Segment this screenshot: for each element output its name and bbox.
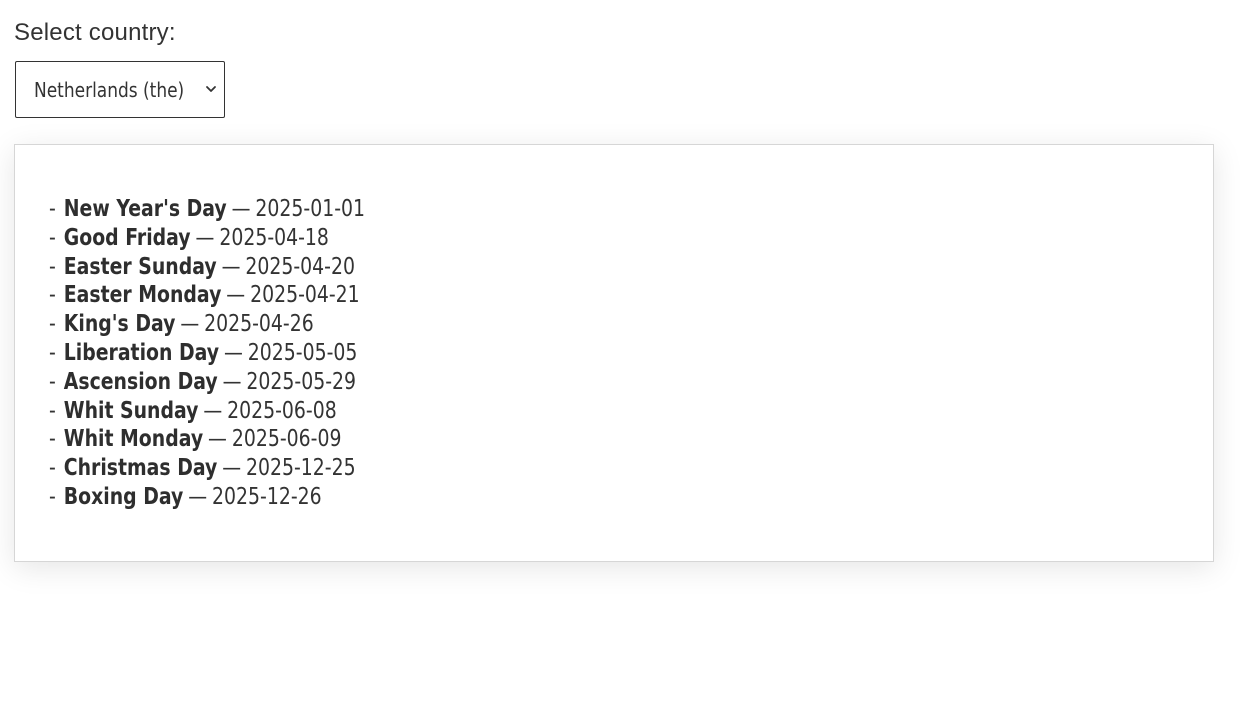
separator: —: [226, 282, 246, 309]
holiday-item: - Whit Sunday —2025-06-08: [49, 397, 365, 426]
list-bullet: -: [49, 196, 56, 222]
holiday-item: - Boxing Day —2025-12-26: [49, 483, 365, 512]
list-bullet: -: [49, 311, 56, 338]
separator: —: [203, 397, 223, 424]
holiday-name: Whit Monday: [63, 426, 204, 453]
holiday-list-panel: - New Year's Day —2025-01-01 - Good Friday —…: [14, 144, 1214, 562]
holiday-date: 2025-05-29: [246, 368, 357, 395]
holiday-date: 2025-01-01: [255, 196, 366, 222]
holiday-item: - Whit Monday —2025-06-09: [49, 425, 365, 454]
holiday-list: - New Year's Day —2025-01-01 - Good Friday —…: [49, 195, 434, 512]
holiday-item: - Good Friday —2025-04-18: [49, 224, 365, 253]
separator: —: [188, 483, 208, 510]
holiday-date: 2025-06-09: [231, 426, 342, 453]
list-bullet: -: [49, 426, 56, 453]
chevron-down-icon: [206, 86, 216, 92]
list-bullet: -: [49, 483, 56, 510]
separator: —: [208, 426, 227, 453]
list-bullet: -: [49, 397, 56, 424]
country-select-label: Select country:: [14, 19, 176, 46]
holiday-date: 2025-04-18: [219, 224, 329, 251]
selected-country-value: Netherlands (the): [34, 78, 185, 102]
holiday-name: Easter Sunday: [63, 253, 217, 280]
holiday-item: - Easter Monday —2025-04-21: [49, 281, 365, 310]
holiday-item: - Ascension Day —2025-05-29: [49, 368, 365, 397]
holiday-item: - Christmas Day —2025-12-25: [49, 454, 365, 483]
holiday-item: - New Year's Day —2025-01-01: [49, 195, 365, 224]
holiday-name: Easter Monday: [63, 282, 222, 309]
holiday-date: 2025-12-25: [246, 455, 356, 482]
separator: —: [231, 196, 251, 222]
list-bullet: -: [49, 282, 56, 309]
holiday-name: Good Friday: [63, 224, 191, 251]
separator: —: [195, 224, 215, 251]
holiday-date: 2025-05-05: [247, 339, 358, 366]
separator: —: [222, 368, 242, 395]
holiday-date: 2025-12-26: [212, 483, 322, 510]
separator: —: [180, 311, 200, 338]
holiday-name: Ascension Day: [63, 368, 218, 395]
separator: —: [224, 339, 243, 366]
holiday-date: 2025-04-26: [204, 311, 314, 338]
holiday-date: 2025-06-08: [227, 397, 337, 424]
holiday-item: - Easter Sunday —2025-04-20: [49, 253, 365, 282]
holiday-name: Whit Sunday: [63, 397, 199, 424]
list-bullet: -: [49, 224, 56, 251]
list-bullet: -: [49, 455, 56, 482]
holiday-item: - King's Day —2025-04-26: [49, 310, 365, 339]
separator: —: [222, 455, 242, 482]
holiday-name: Liberation Day: [63, 339, 220, 366]
holiday-date: 2025-04-20: [245, 253, 355, 280]
country-select[interactable]: Netherlands (the): [15, 61, 225, 118]
separator: —: [221, 253, 241, 280]
holiday-name: King's Day: [63, 311, 176, 338]
holiday-name: Boxing Day: [63, 483, 184, 510]
holiday-name: Christmas Day: [63, 455, 218, 482]
holiday-name: New Year's Day: [63, 196, 227, 222]
list-bullet: -: [49, 368, 56, 395]
holiday-date: 2025-04-21: [250, 282, 360, 309]
holiday-item: - Liberation Day —2025-05-05: [49, 339, 365, 368]
list-bullet: -: [49, 339, 56, 366]
list-bullet: -: [49, 253, 56, 280]
